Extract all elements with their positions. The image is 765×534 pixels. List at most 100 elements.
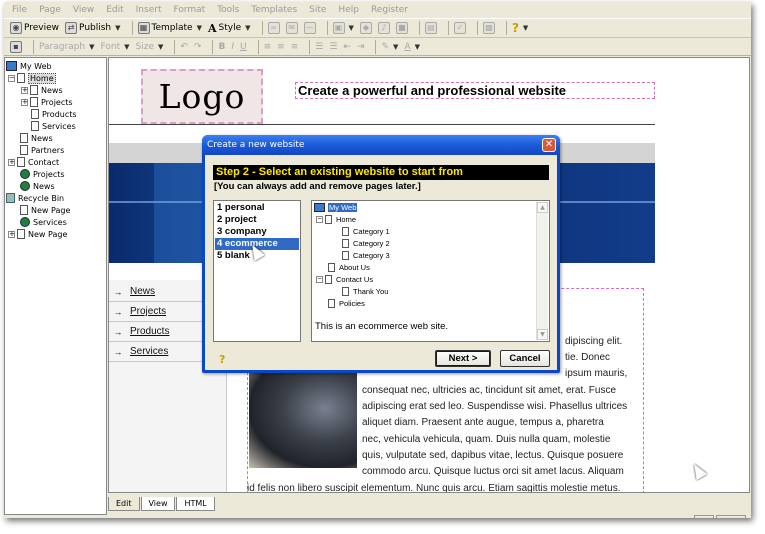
tree-item-home[interactable]: − Home — [8, 72, 56, 84]
redo-button[interactable]: ↷ — [194, 42, 202, 52]
tree-item-recycle-bin[interactable]: Recycle Bin — [6, 192, 64, 204]
text-color-button[interactable]: A ▼ — [404, 42, 420, 52]
tree-item-products[interactable]: Products — [31, 108, 77, 120]
flash-button[interactable]: ◆ — [359, 22, 372, 34]
menu-site[interactable]: Site — [309, 5, 326, 15]
tab-html[interactable]: HTML — [176, 497, 215, 511]
tree-item-my-web[interactable]: My Web — [6, 60, 52, 72]
nav-link[interactable]: Products — [130, 326, 169, 337]
list-item[interactable]: 1 personal — [215, 202, 299, 214]
template-button[interactable]: ▦ Template ▼ — [137, 22, 202, 34]
tree-item-news-2[interactable]: News — [20, 132, 53, 144]
chevron-down-icon: ▼ — [393, 42, 399, 51]
next-button[interactable]: Next > — [435, 350, 491, 367]
text-color-icon: A — [404, 41, 411, 52]
link-button[interactable]: ∞ — [267, 22, 280, 34]
email-button[interactable]: ✉ — [285, 22, 298, 34]
line-button[interactable]: — — [303, 22, 316, 34]
bold-button[interactable]: B — [218, 42, 225, 52]
tree-item-partners[interactable]: Partners — [20, 144, 64, 156]
logo-box[interactable]: Logo — [141, 69, 263, 124]
scroll-up-icon[interactable]: ▲ — [537, 202, 548, 213]
italic-button[interactable]: I — [231, 42, 234, 52]
paragraph-select[interactable]: Paragraph ▼ — [39, 42, 95, 52]
chevron-down-icon[interactable]: ▼ — [349, 24, 354, 32]
style-button[interactable]: A Style ▼ — [208, 22, 251, 35]
tab-edit[interactable]: Edit — [108, 497, 140, 511]
help-button[interactable]: ? ▼ — [512, 21, 528, 35]
tree-item-new-page-2[interactable]: + New Page — [8, 228, 67, 240]
menu-page[interactable]: Page — [39, 5, 61, 15]
expand-icon[interactable]: + — [21, 98, 28, 106]
expand-icon[interactable]: + — [21, 86, 28, 94]
menu-insert[interactable]: Insert — [136, 5, 162, 15]
indent-button[interactable]: ⇥ — [357, 42, 365, 52]
sound-button[interactable]: ♪ — [377, 22, 390, 34]
image-button[interactable]: ▣ ▼ — [332, 22, 354, 34]
chevron-down-icon[interactable]: ▼ — [523, 24, 528, 32]
nav-link[interactable]: Services — [130, 346, 168, 357]
chevron-down-icon[interactable]: ▼ — [245, 24, 250, 32]
preview-item-contact-us: − Contact Us — [316, 274, 373, 285]
cancel-button[interactable]: Cancel — [500, 350, 550, 367]
image-icon: ▣ — [332, 22, 345, 34]
close-icon[interactable]: ✕ — [542, 138, 556, 152]
preview-scrollbar[interactable]: ▲ ▼ — [536, 202, 548, 340]
headline-text[interactable]: Create a powerful and professional websi… — [295, 82, 655, 99]
align-left-button[interactable]: ≡ — [264, 42, 272, 52]
expand-icon[interactable]: + — [8, 230, 15, 238]
save-button[interactable]: ▪ — [10, 40, 22, 53]
list-item[interactable]: 3 company — [215, 226, 299, 238]
tree-item-services[interactable]: Services — [31, 120, 76, 132]
template-list[interactable]: 1 personal 2 project 3 company 4 ecommer… — [213, 200, 301, 342]
menu-templates[interactable]: Templates — [251, 5, 297, 15]
box-button[interactable]: ■ — [395, 22, 408, 34]
menu-file[interactable]: File — [12, 5, 27, 15]
expand-icon[interactable]: + — [8, 158, 15, 166]
menu-tools[interactable]: Tools — [217, 5, 239, 15]
dialog-body: Step 2 - Select an existing website to s… — [205, 155, 557, 370]
chevron-down-icon[interactable]: ▼ — [115, 24, 120, 32]
tree-item-news-3[interactable]: News — [20, 180, 55, 192]
tree-item-news[interactable]: + News — [21, 84, 63, 96]
table-button[interactable]: ▤ — [424, 22, 437, 34]
properties-button[interactable]: ▩ — [482, 22, 495, 34]
align-right-button[interactable]: ≡ — [291, 42, 299, 52]
tab-view[interactable]: View — [140, 497, 176, 511]
tree-item-new-page[interactable]: New Page — [20, 204, 70, 216]
outdent-button[interactable]: ⇤ — [343, 42, 351, 52]
template-label: Template — [151, 23, 193, 33]
align-center-button[interactable]: ≡ — [277, 42, 285, 52]
numbered-list-button[interactable]: ☰ — [315, 42, 323, 52]
menu-register[interactable]: Register — [371, 5, 408, 15]
bullet-list-button[interactable]: ☰ — [329, 42, 337, 52]
menu-format[interactable]: Format — [173, 5, 205, 15]
size-select[interactable]: Size ▼ — [136, 42, 164, 52]
tree-item-services-2[interactable]: Services — [20, 216, 67, 228]
menu-edit[interactable]: Edit — [106, 5, 123, 15]
underline-button[interactable]: U — [240, 42, 247, 52]
divider — [109, 124, 655, 125]
font-select[interactable]: Font ▼ — [101, 42, 130, 52]
indent-icon: ⇥ — [356, 41, 365, 52]
list-item[interactable]: 2 project — [215, 214, 299, 226]
preview-button[interactable]: ◉ Preview — [10, 22, 59, 34]
chevron-down-icon[interactable]: ▼ — [197, 24, 202, 32]
preview-tree[interactable]: My Web − Home Category 1 Category 2 Categ… — [311, 200, 550, 342]
help-icon[interactable]: ? — [219, 354, 229, 366]
menu-view[interactable]: View — [73, 5, 94, 15]
photo-image[interactable] — [249, 369, 357, 468]
scroll-down-icon[interactable]: ▼ — [537, 329, 548, 340]
tree-item-projects[interactable]: + Projects — [21, 96, 73, 108]
highlight-button[interactable]: ✎ ▼ — [381, 42, 398, 52]
nav-link[interactable]: News — [130, 286, 155, 297]
nav-link[interactable]: Projects — [130, 306, 166, 317]
tree-item-projects-2[interactable]: Projects — [20, 168, 65, 180]
collapse-icon[interactable]: − — [8, 74, 15, 82]
spellcheck-button[interactable]: ✓ — [453, 22, 466, 34]
publish-button[interactable]: ⇄ Publish ▼ — [65, 22, 121, 34]
menu-help[interactable]: Help — [338, 5, 359, 15]
undo-button[interactable]: ↶ — [180, 42, 188, 52]
tree-label: Home — [28, 72, 56, 84]
tree-item-contact[interactable]: + Contact — [8, 156, 59, 168]
